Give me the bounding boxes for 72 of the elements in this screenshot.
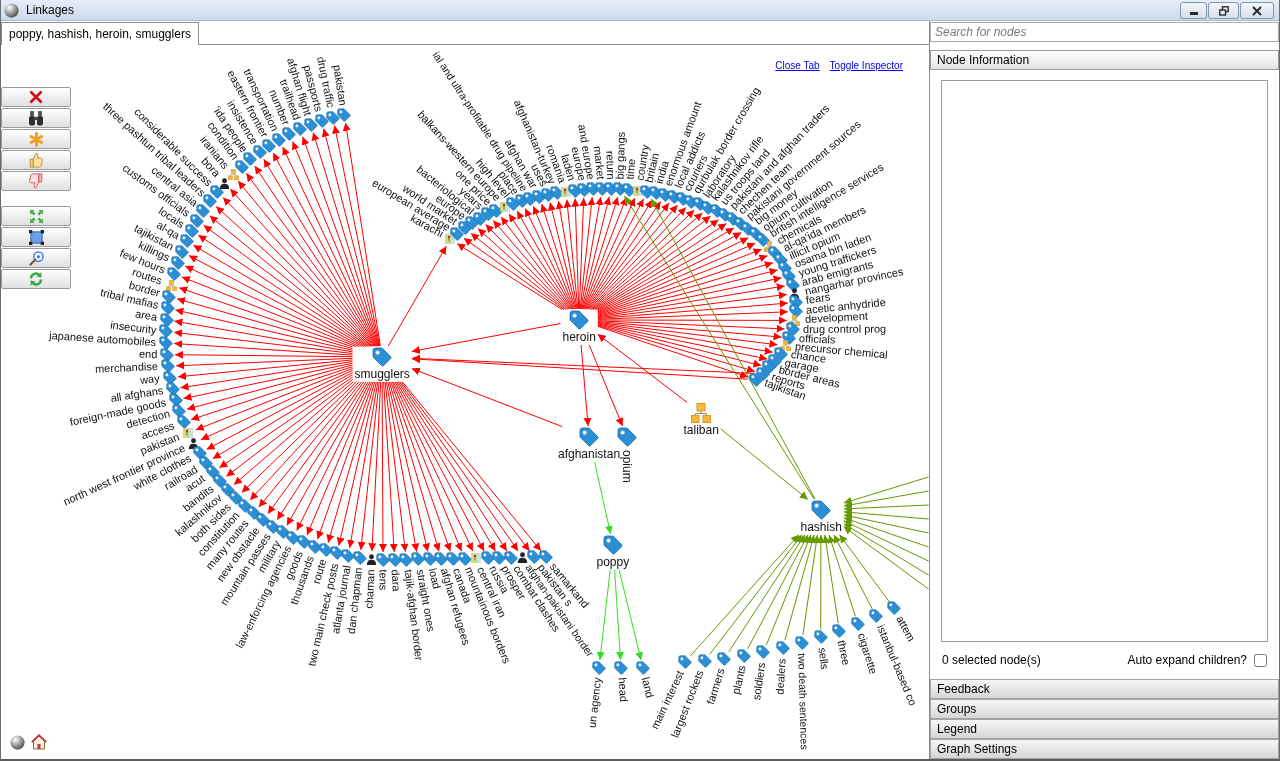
node-label: head (616, 677, 629, 703)
node-label: poppy (596, 556, 630, 568)
node-label: un agency (586, 677, 604, 729)
node-label: area (134, 308, 158, 324)
tag-icon[interactable] (210, 184, 225, 199)
accordion-header[interactable]: Feedback (930, 679, 1279, 699)
node-label: three (836, 639, 853, 667)
node-label: dealers (774, 657, 788, 695)
minimize-button[interactable] (1180, 2, 1207, 19)
node-label: afghanistan (558, 448, 621, 460)
selection-square-icon (28, 229, 44, 245)
node-label: farmers (705, 666, 727, 706)
restore-button[interactable] (1208, 2, 1239, 19)
thumbs-up-icon (28, 152, 44, 168)
asterisk-icon (28, 131, 44, 147)
search-field[interactable]: Search for nodes (930, 22, 1279, 42)
node-label: taliban (683, 424, 719, 436)
node-label: chaman (363, 568, 377, 609)
graph-tab[interactable]: poppy, hashish, heroin, smugglers (1, 22, 199, 45)
node-label: end (138, 348, 158, 360)
canvas-link[interactable]: Toggle Inspector (829, 60, 903, 72)
tag-icon[interactable] (192, 446, 207, 461)
org-chart-icon[interactable] (779, 340, 791, 352)
zoom-icon (28, 250, 44, 266)
accordion-header[interactable]: Graph Settings (930, 739, 1279, 759)
thumbs-down-icon (28, 173, 44, 189)
close-button[interactable] (1240, 2, 1274, 19)
person-icon[interactable] (517, 551, 529, 563)
node-label: plants (730, 664, 748, 696)
refresh-icon (28, 271, 44, 287)
node-label: way (139, 373, 161, 386)
node-label: return (604, 150, 617, 180)
accordion-header[interactable]: Node Information (930, 50, 1279, 70)
node-label: drug control prog (802, 323, 886, 335)
node-label: smugglers (354, 368, 410, 380)
node-label: two death sentences (796, 652, 810, 750)
node-label: soldiers (751, 661, 768, 701)
tag-icon[interactable] (785, 277, 800, 292)
person-icon[interactable] (219, 177, 231, 189)
node-label: cigarette (855, 631, 879, 676)
toolbar-button[interactable] (1, 227, 71, 247)
node-label: sells (816, 646, 830, 670)
binoculars-icon (28, 110, 44, 126)
node-label: heroin (562, 331, 596, 343)
person-icon[interactable] (365, 553, 377, 565)
node-label: land (640, 676, 656, 700)
node-label: merchandise (95, 361, 159, 375)
tag-icon[interactable] (788, 295, 803, 310)
close-icon (29, 90, 43, 104)
close-icon (1252, 5, 1262, 16)
canvas-link[interactable]: Close Tab (775, 60, 820, 72)
auto-expand-checkbox[interactable] (1254, 654, 1267, 667)
org-chart-icon[interactable] (691, 403, 711, 423)
node-label: dara (389, 569, 403, 593)
window-title: Linkages (26, 2, 75, 18)
toolbar-button[interactable] (1, 108, 71, 128)
sphere-icon (4, 2, 19, 18)
expand-arrows-icon (28, 208, 44, 224)
map-icon[interactable] (471, 553, 482, 564)
accordion-header[interactable]: Legend (930, 719, 1279, 739)
node-label: opium (621, 450, 633, 483)
home-icon[interactable] (31, 734, 47, 750)
selection-count: 0 selected node(s) (942, 653, 1041, 668)
minimize-icon (1189, 12, 1198, 15)
org-chart-icon[interactable] (166, 279, 178, 291)
map-icon[interactable] (183, 427, 194, 438)
node-label: tens (377, 569, 389, 591)
accordion-header[interactable]: Groups (930, 699, 1279, 719)
auto-expand-label: Auto expand children? (1127, 653, 1247, 668)
sphere-icon[interactable] (10, 734, 25, 750)
restore-icon (1218, 5, 1229, 16)
node-label: hashish (800, 521, 842, 533)
